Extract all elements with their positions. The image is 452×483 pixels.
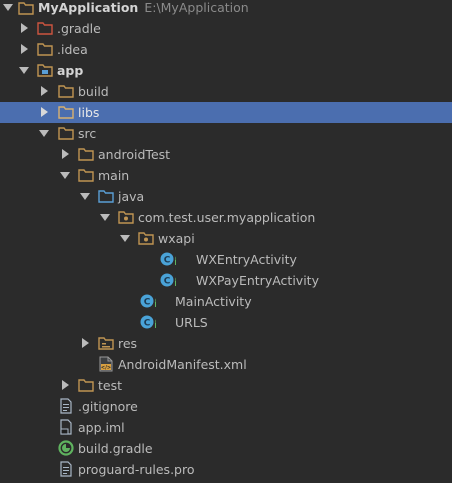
tree-row-main[interactable]: main: [0, 165, 452, 186]
chevron-down-icon[interactable]: [100, 213, 110, 223]
tree-label: AndroidManifest.xml: [118, 357, 247, 372]
tree-label: MainActivity: [175, 294, 252, 309]
tree-label: com.test.user.myapplication: [138, 210, 316, 225]
resource-folder-icon: [98, 335, 114, 351]
tree-label: java: [118, 189, 145, 204]
gradle-file-icon: [58, 440, 74, 456]
folder-icon: [78, 377, 94, 393]
tree-row-urls[interactable]: C URLS: [0, 312, 452, 333]
text-file-icon: [58, 461, 74, 477]
tree-label: proguard-rules.pro: [78, 462, 195, 477]
tree-label: .idea: [57, 42, 88, 57]
tree-row-wxapi[interactable]: wxapi: [0, 228, 452, 249]
svg-text:</>: </>: [101, 365, 111, 371]
tree-row-proguard-rules[interactable]: proguard-rules.pro: [0, 459, 452, 480]
svg-text:C: C: [164, 256, 171, 266]
class-c-icon: C: [140, 314, 156, 330]
tree-label: .gradle: [57, 21, 101, 36]
tree-label: build.gradle: [78, 441, 153, 456]
source-folder-icon: [98, 188, 114, 204]
tree-row-idea[interactable]: .idea: [0, 39, 452, 60]
tree-row-build-gradle[interactable]: build.gradle: [0, 438, 452, 459]
tree-label: libs: [78, 105, 100, 120]
package-icon: [118, 209, 134, 225]
chevron-down-icon[interactable]: [60, 171, 70, 181]
tree-row-app-iml[interactable]: app.iml: [0, 417, 452, 438]
project-tree: MyApplication E:\MyApplication .gradle .i…: [0, 0, 452, 483]
tree-row-androidtest[interactable]: androidTest: [0, 144, 452, 165]
tree-label: .gitignore: [78, 399, 138, 414]
tree-label: WXPayEntryActivity: [196, 273, 319, 288]
package-icon: [138, 230, 154, 246]
folder-icon: [58, 125, 74, 141]
svg-text:C: C: [144, 298, 151, 308]
chevron-right-icon[interactable]: [40, 86, 50, 96]
folder-icon: [58, 104, 74, 120]
project-path: E:\MyApplication: [144, 0, 249, 15]
chevron-right-icon[interactable]: [61, 149, 71, 159]
tree-label: src: [78, 126, 97, 141]
tree-row-app[interactable]: app: [0, 60, 452, 81]
svg-text:C: C: [164, 277, 171, 287]
folder-icon: [78, 146, 94, 162]
tree-label: app.iml: [78, 420, 125, 435]
folder-icon: [18, 0, 34, 16]
svg-text:C: C: [144, 319, 151, 329]
tree-label: test: [98, 378, 123, 393]
chevron-down-icon[interactable]: [80, 192, 90, 202]
folder-icon: [37, 41, 53, 57]
tree-label: URLS: [175, 315, 208, 330]
tree-row-src[interactable]: src: [0, 123, 452, 144]
tree-row-gradle-dir[interactable]: .gradle: [0, 18, 452, 39]
chevron-right-icon[interactable]: [20, 44, 30, 54]
chevron-right-icon[interactable]: [61, 380, 71, 390]
folder-icon: [78, 167, 94, 183]
module-folder-icon: [37, 62, 53, 78]
project-name: MyApplication E:\MyApplication: [38, 0, 249, 15]
tree-label: app: [57, 63, 84, 78]
class-c-icon: C: [160, 251, 176, 267]
tree-row-res[interactable]: res: [0, 333, 452, 354]
tree-label: androidTest: [98, 147, 171, 162]
folder-icon: [37, 20, 53, 36]
tree-label: build: [78, 84, 109, 99]
tree-label: wxapi: [158, 231, 195, 246]
class-c-icon: C: [160, 272, 176, 288]
chevron-down-icon[interactable]: [39, 129, 49, 139]
tree-row-wxentryactivity[interactable]: C WXEntryActivity: [0, 249, 452, 270]
tree-row-mainactivity[interactable]: C MainActivity: [0, 291, 452, 312]
tree-label: res: [118, 336, 138, 351]
iml-file-icon: [58, 419, 74, 435]
tree-row-build-dir[interactable]: build: [0, 81, 452, 102]
tree-row-package-root[interactable]: com.test.user.myapplication: [0, 207, 452, 228]
tree-row-androidmanifest[interactable]: </> AndroidManifest.xml: [0, 354, 452, 375]
chevron-right-icon[interactable]: [20, 23, 30, 33]
xml-file-icon: </>: [98, 356, 114, 372]
text-file-icon: [58, 398, 74, 414]
class-c-icon: C: [140, 293, 156, 309]
chevron-right-icon[interactable]: [40, 107, 50, 117]
tree-row-java[interactable]: java: [0, 186, 452, 207]
chevron-down-icon[interactable]: [19, 66, 29, 76]
tree-row-wxpayentryactivity[interactable]: C WXPayEntryActivity: [0, 270, 452, 291]
tree-row-gitignore[interactable]: .gitignore: [0, 396, 452, 417]
tree-row-myapplication[interactable]: MyApplication E:\MyApplication: [0, 0, 452, 18]
chevron-right-icon[interactable]: [81, 338, 91, 348]
folder-icon: [58, 83, 74, 99]
chevron-down-icon[interactable]: [120, 234, 130, 244]
chevron-down-icon[interactable]: [3, 3, 13, 13]
tree-row-test[interactable]: test: [0, 375, 452, 396]
tree-row-libs[interactable]: libs: [0, 102, 452, 123]
tree-label: WXEntryActivity: [196, 252, 297, 267]
tree-label: main: [98, 168, 130, 183]
